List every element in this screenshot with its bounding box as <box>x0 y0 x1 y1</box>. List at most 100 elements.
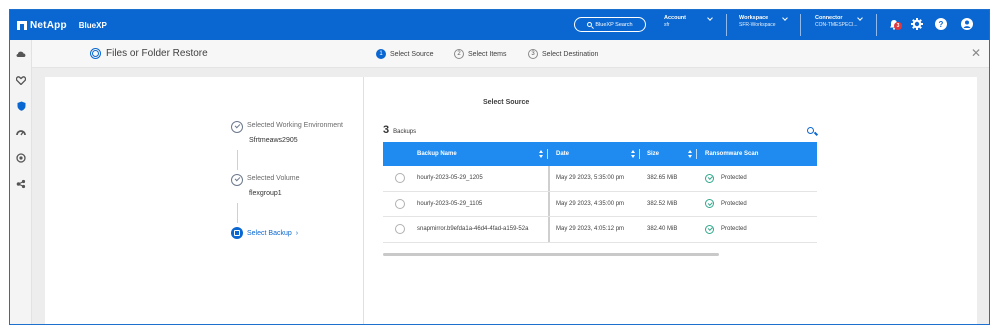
help-icon[interactable]: ? <box>934 17 948 31</box>
backup-name: snapmirror.b9efda1a-46d4-4fad-a159-52a <box>417 226 529 233</box>
step-label: Select Destination <box>542 50 599 58</box>
workspace-selector[interactable]: Workspace SFR-Workspace <box>739 15 776 29</box>
connector-chevron-down-icon[interactable] <box>857 15 863 21</box>
column-header-size[interactable]: Size <box>640 142 697 166</box>
top-bar: NetApp BlueXP BlueXP Search Account sfr … <box>10 10 989 40</box>
column-header-ransomware-scan[interactable]: Ransomware Scan <box>697 142 817 166</box>
panel-divider <box>363 77 364 324</box>
backup-name-cell: hourly-2023-05-29_1205 <box>383 166 548 191</box>
wizard-step-select-source[interactable]: 1 Select Source <box>376 49 434 59</box>
row-select-radio[interactable] <box>395 198 405 209</box>
check-circle-icon <box>231 121 243 133</box>
wizard-step-select-items[interactable]: 2 Select Items <box>454 49 507 59</box>
section-title: Select Source <box>483 99 530 106</box>
column-label: Ransomware Scan <box>705 151 759 157</box>
wizard-step-select-destination[interactable]: 3 Select Destination <box>528 49 598 59</box>
select-backup-label: Select Backup <box>247 229 292 237</box>
backup-count: 3 Backups <box>383 124 416 136</box>
backup-count-number: 3 <box>383 124 390 136</box>
side-navigation <box>10 40 32 324</box>
workspace-value: SFR-Workspace <box>739 22 776 28</box>
account-value: sfr <box>664 22 670 28</box>
column-label: Date <box>556 151 570 157</box>
restore-icon <box>90 48 101 59</box>
search-icon <box>587 22 593 27</box>
ransomware-scan-cell: Protected <box>697 166 817 191</box>
protected-check-icon <box>705 173 714 183</box>
backups-table: Backup Name Date Size Ransomware Scan ho… <box>383 142 817 243</box>
row-select-radio[interactable] <box>395 173 405 184</box>
netapp-logo[interactable]: NetApp <box>17 20 67 31</box>
column-label: Backup Name <box>417 151 457 157</box>
topbar-divider <box>876 14 877 36</box>
close-icon[interactable]: ✕ <box>971 46 981 60</box>
page-title: Files or Folder Restore <box>90 48 208 59</box>
search-label: BlueXP Search <box>595 21 633 28</box>
step-label: Select Items <box>468 50 507 58</box>
page-title-text: Files or Folder Restore <box>106 48 208 59</box>
user-profile-icon[interactable] <box>960 17 974 31</box>
progress-connector-line <box>237 150 238 170</box>
table-search-icon[interactable] <box>807 127 814 134</box>
column-header-date[interactable]: Date <box>548 142 640 166</box>
ransomware-scan-cell: Protected <box>697 192 817 217</box>
sort-icon[interactable] <box>631 150 635 158</box>
notifications-bell-icon[interactable]: 3 <box>887 17 902 31</box>
connector-selector[interactable]: Connector CON-TMESPECI... <box>815 15 858 29</box>
size-cell: 382.40 MiB <box>647 226 678 233</box>
account-selector[interactable]: Account sfr <box>664 15 686 29</box>
table-header: Backup Name Date Size Ransomware Scan <box>383 142 817 166</box>
scan-status: Protected <box>721 175 747 182</box>
netapp-logo-icon <box>17 20 27 30</box>
table-row[interactable]: hourly-2023-05-29_1105 May 29 2023, 4:35… <box>383 191 817 217</box>
backup-step-icon <box>231 227 243 239</box>
step-number: 2 <box>454 49 464 59</box>
brand-name: NetApp <box>30 19 67 31</box>
horizontal-scrollbar[interactable] <box>383 253 719 256</box>
date-cell: May 29 2023, 4:35:00 pm <box>548 191 640 216</box>
sort-icon[interactable] <box>539 150 543 158</box>
topbar-divider <box>726 14 727 36</box>
workspace-chevron-down-icon[interactable] <box>782 15 788 21</box>
column-header-backup-name[interactable]: Backup Name <box>383 142 548 166</box>
health-nav-icon[interactable] <box>16 75 26 85</box>
connector-title: Connector <box>815 15 843 21</box>
workspace-title: Workspace <box>739 15 769 21</box>
mobility-nav-icon[interactable] <box>16 153 26 163</box>
working-environment-label: Selected Working Environment <box>247 122 343 129</box>
protection-nav-icon[interactable] <box>16 101 26 111</box>
backup-name: hourly-2023-05-29_1105 <box>417 200 483 207</box>
account-title: Account <box>664 15 686 21</box>
check-circle-icon <box>231 174 243 186</box>
table-row[interactable]: snapmirror.b9efda1a-46d4-4fad-a159-52a M… <box>383 217 817 243</box>
bluexp-search-button[interactable]: BlueXP Search <box>574 17 646 32</box>
size-cell: 382.52 MiB <box>647 200 678 207</box>
wizard-header: Files or Folder Restore 1 Select Source … <box>32 40 989 68</box>
protected-check-icon <box>705 199 714 209</box>
account-chevron-down-icon[interactable] <box>707 15 713 21</box>
scan-status: Protected <box>721 226 747 233</box>
extensions-nav-icon[interactable] <box>16 179 26 189</box>
progress-connector-line <box>237 203 238 223</box>
row-select-radio[interactable] <box>395 224 405 235</box>
storage-nav-icon[interactable] <box>16 49 26 59</box>
settings-gear-icon[interactable] <box>910 17 924 31</box>
protected-check-icon <box>705 224 714 234</box>
source-selection-panel: Select Source Selected Working Environme… <box>45 77 977 324</box>
volume-value: flexgroup1 <box>249 190 282 197</box>
column-label: Size <box>647 151 660 157</box>
main-content: Select Source Selected Working Environme… <box>32 68 989 324</box>
backup-count-label: Backups <box>393 129 417 135</box>
notification-count-badge: 3 <box>894 22 902 30</box>
ransomware-scan-cell: Protected <box>697 217 817 242</box>
select-backup-step[interactable]: Select Backup › <box>231 227 298 239</box>
sort-icon[interactable] <box>688 150 692 158</box>
chevron-right-icon: › <box>295 229 299 237</box>
step-number: 1 <box>376 49 386 59</box>
scan-status: Protected <box>721 200 747 207</box>
table-row[interactable]: hourly-2023-05-29_1205 May 29 2023, 5:35… <box>383 166 817 192</box>
app-window: NetApp BlueXP BlueXP Search Account sfr … <box>9 9 990 325</box>
size-cell: 382.65 MiB <box>647 175 678 182</box>
backup-name-cell: snapmirror.b9efda1a-46d4-4fad-a159-52a <box>383 217 548 242</box>
governance-nav-icon[interactable] <box>16 127 26 137</box>
